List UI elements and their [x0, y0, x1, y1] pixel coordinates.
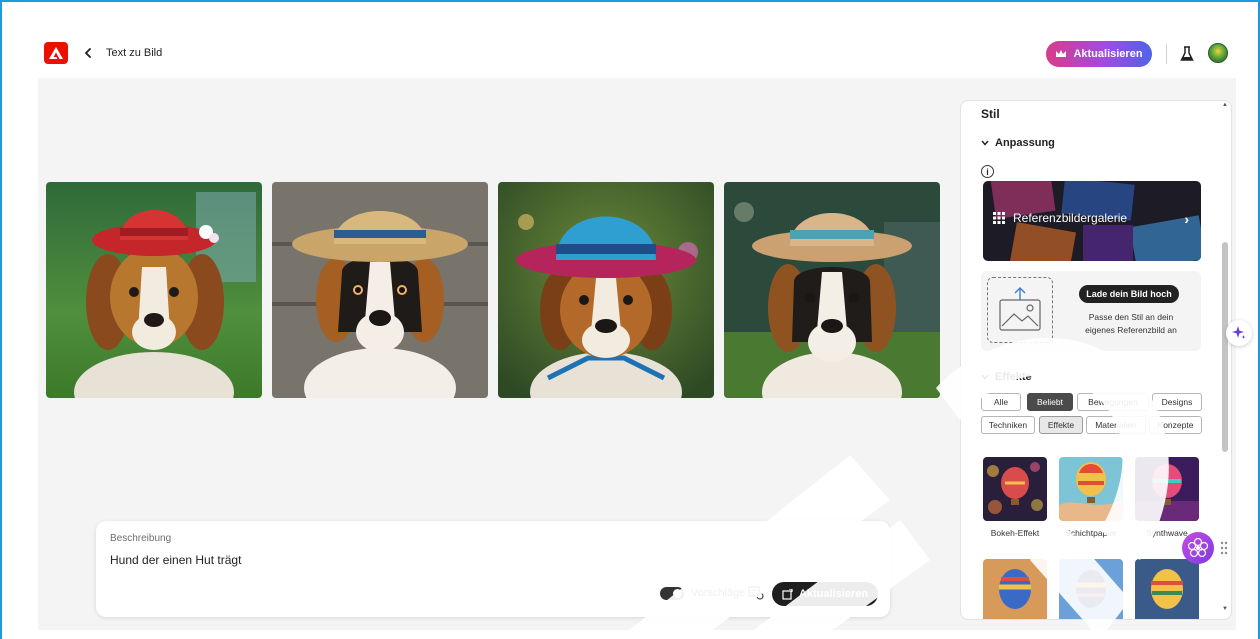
- result-image-4[interactable]: [724, 182, 940, 398]
- effect-thumbnail-4[interactable]: [983, 559, 1047, 619]
- effect-thumbnail-bokeh[interactable]: [983, 457, 1047, 521]
- scroll-up-arrow[interactable]: ▲: [1222, 102, 1228, 108]
- result-image-3[interactable]: [498, 182, 714, 398]
- reference-gallery-label: Referenzbildergalerie: [1013, 211, 1128, 225]
- effect-thumbnail-6[interactable]: [1135, 559, 1199, 619]
- grid-icon: [993, 212, 1005, 224]
- filter-chip-concepts[interactable]: Konzepte: [1149, 416, 1202, 434]
- customization-section-header[interactable]: Anpassung: [981, 137, 1055, 149]
- description-label: Beschreibung: [110, 533, 172, 544]
- result-image-1[interactable]: [46, 182, 262, 398]
- generate-label: Aktualisieren: [798, 588, 869, 600]
- filter-chip-movements[interactable]: Bewegungen: [1077, 393, 1149, 411]
- scroll-down-arrow[interactable]: ▼: [1222, 606, 1228, 612]
- filter-chip-materials[interactable]: Materialien: [1086, 416, 1146, 434]
- info-icon[interactable]: i: [981, 165, 994, 178]
- chevron-right-icon: ›: [1184, 211, 1189, 227]
- header-divider: [1166, 44, 1167, 64]
- description-box: Beschreibung Hund der einen Hut trägt Vo…: [96, 521, 890, 617]
- filter-chip-techniques[interactable]: Techniken: [981, 416, 1035, 434]
- result-image-2[interactable]: [272, 182, 488, 398]
- effect-label-bokeh: Bokeh-Effekt: [990, 528, 1040, 538]
- chevron-down-icon: [981, 140, 989, 146]
- back-button[interactable]: [80, 44, 96, 62]
- suggestions-toggle[interactable]: [660, 587, 684, 600]
- upgrade-label: Aktualisieren: [1073, 48, 1143, 60]
- adobe-logo-icon[interactable]: [44, 42, 68, 64]
- image-upload-icon: [999, 287, 1041, 331]
- filter-chip-popular[interactable]: Beliebt: [1027, 393, 1073, 411]
- filter-chip-designs[interactable]: Designs: [1152, 393, 1202, 411]
- app-window: Text zu Bild Aktualisieren Beschreibung …: [2, 2, 1258, 639]
- panel-scroll-thumb[interactable]: [1222, 242, 1228, 452]
- effects-title: Effekte: [995, 371, 1032, 383]
- effect-thumbnail-5[interactable]: [1059, 559, 1123, 619]
- flower-assistant-button[interactable]: [1182, 532, 1214, 564]
- chevron-left-icon: [84, 48, 91, 58]
- suggestions-settings-icon[interactable]: [748, 586, 764, 600]
- drag-handle-icon[interactable]: [1220, 540, 1228, 556]
- upload-image-button[interactable]: Lade dein Bild hoch: [1079, 285, 1179, 303]
- chevron-down-icon: [981, 374, 989, 380]
- refresh-image-icon: [782, 588, 793, 600]
- sparkle-icon: [1232, 326, 1246, 339]
- user-avatar[interactable]: [1208, 43, 1228, 63]
- effect-label-layered-paper: Schichtpapier: [1065, 528, 1117, 538]
- upload-dropzone[interactable]: [987, 277, 1053, 343]
- upgrade-button[interactable]: Aktualisieren: [1046, 41, 1152, 67]
- upload-reference-card: Lade dein Bild hoch Passe den Stil an de…: [981, 271, 1201, 351]
- effect-thumbnail-synthwave[interactable]: [1135, 457, 1199, 521]
- crown-icon: [1056, 50, 1067, 57]
- generate-button[interactable]: Aktualisieren: [772, 582, 878, 606]
- app-header: Text zu Bild Aktualisieren: [2, 2, 1258, 78]
- flower-icon: [1188, 538, 1208, 558]
- page-title: Text zu Bild: [106, 47, 163, 59]
- effects-section-header[interactable]: Effekte: [981, 371, 1032, 383]
- filter-chip-all[interactable]: Alle: [981, 393, 1021, 411]
- sparkle-assistant-button[interactable]: [1226, 320, 1252, 346]
- suggestions-label: Vorschläge: [691, 587, 746, 599]
- effect-thumbnail-layered-paper[interactable]: [1059, 457, 1123, 521]
- description-input[interactable]: Hund der einen Hut trägt: [110, 553, 241, 567]
- panel-title: Stil: [981, 107, 1000, 121]
- upload-description: Passe den Stil an dein eigenes Referenzb…: [1085, 312, 1177, 335]
- reference-gallery-card[interactable]: Referenzbildergalerie ›: [983, 181, 1201, 261]
- customization-title: Anpassung: [995, 137, 1055, 149]
- filter-chip-effects[interactable]: Effekte: [1039, 416, 1083, 434]
- flask-icon[interactable]: [1178, 44, 1196, 64]
